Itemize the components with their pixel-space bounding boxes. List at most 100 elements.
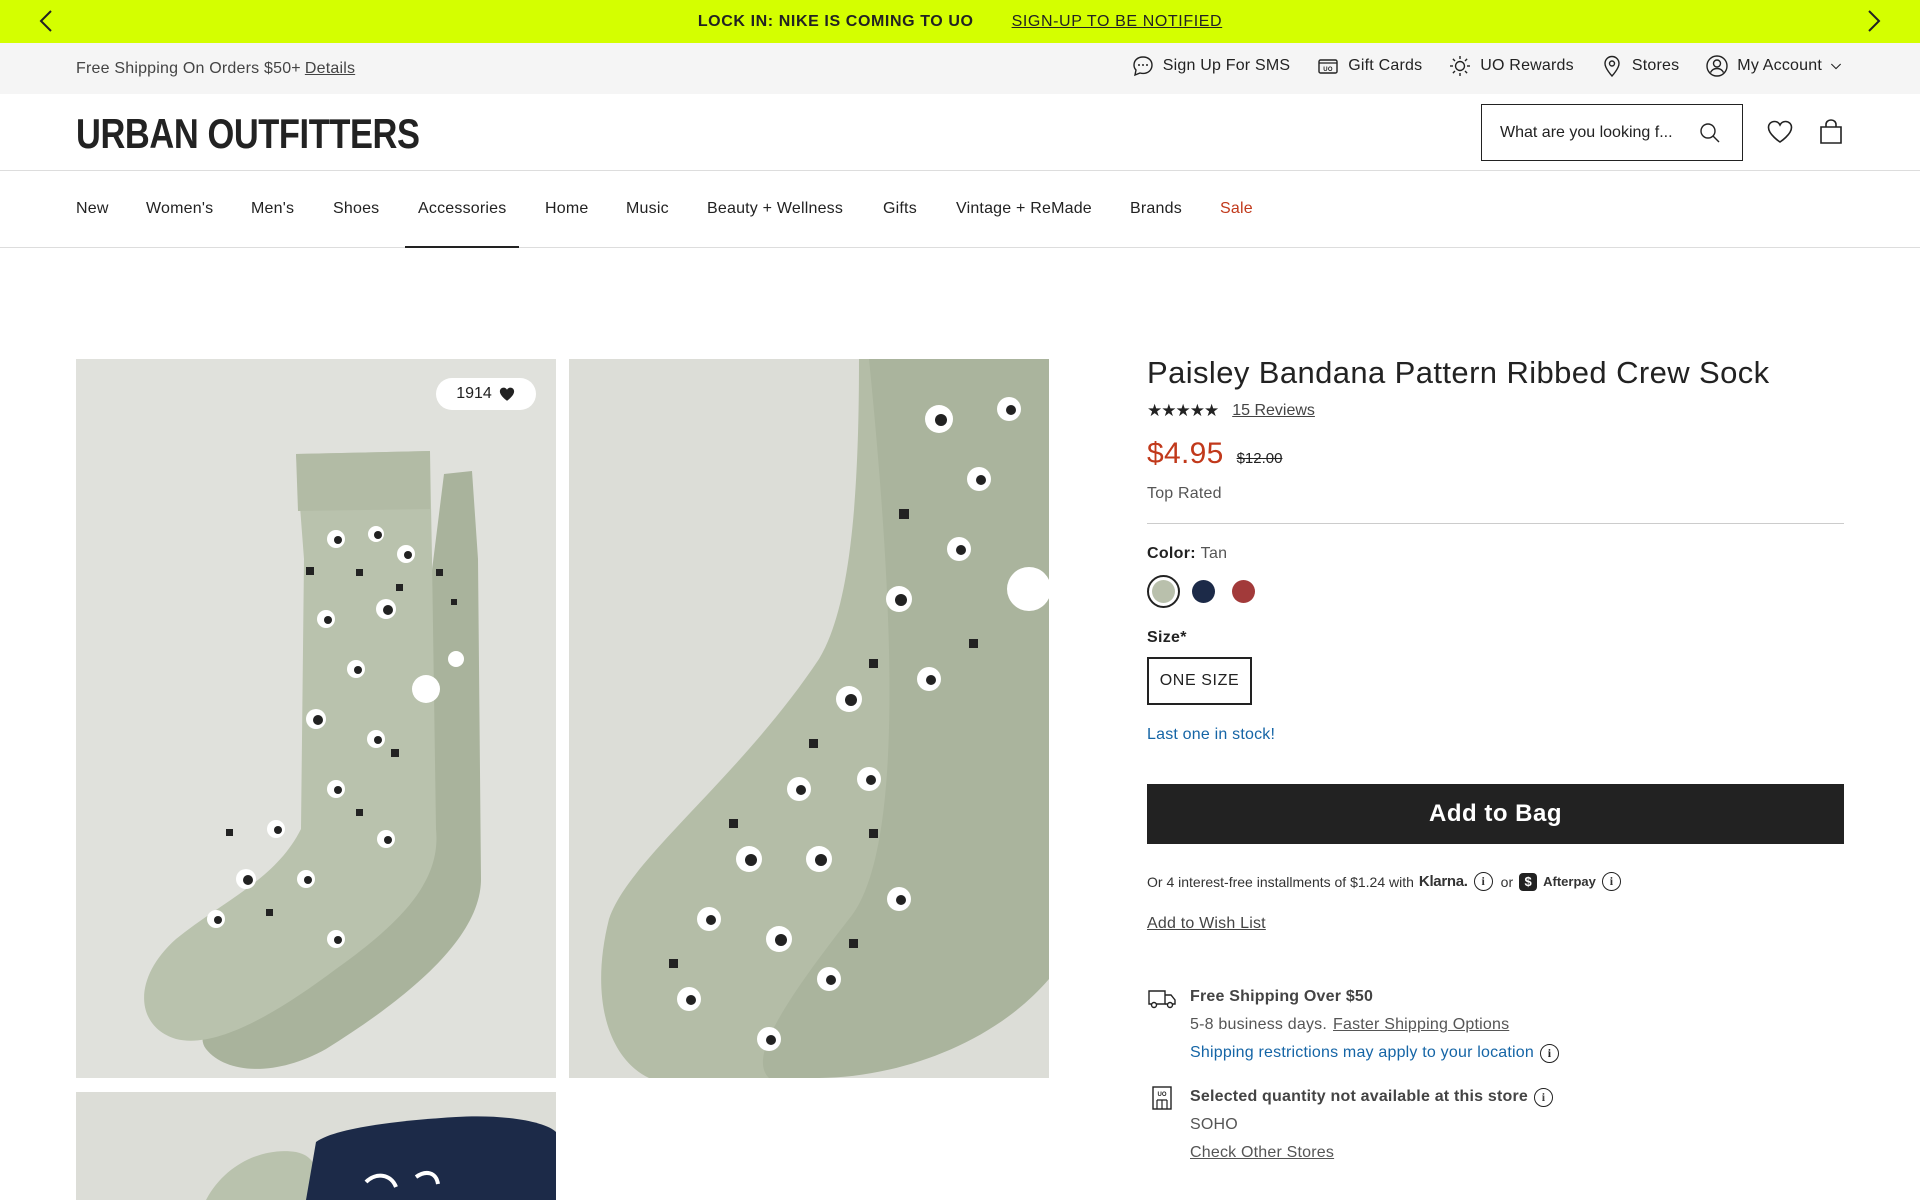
top-rated-badge: Top Rated [1147, 485, 1222, 502]
store-building-icon: UO [1152, 1086, 1172, 1110]
gift-cards-link[interactable]: UO Gift Cards [1316, 54, 1422, 78]
nav-beauty-wellness[interactable]: Beauty + Wellness [707, 171, 843, 247]
product-image-1[interactable]: 1914 [76, 359, 556, 1078]
afterpay-label: Afterpay [1543, 874, 1596, 889]
store-name: SOHO [1190, 1116, 1238, 1133]
product-image-3[interactable] [76, 1092, 556, 1200]
store-info-icon[interactable]: i [1533, 1087, 1553, 1107]
swatch-tan-fill [1152, 580, 1175, 603]
nav-womens[interactable]: Women's [146, 171, 213, 247]
chevron-down-icon [1830, 63, 1842, 70]
nav-mens[interactable]: Men's [251, 171, 294, 247]
swatch-tan[interactable] [1147, 575, 1180, 608]
star-rating-icon: ★★★★★ [1147, 401, 1219, 420]
or-text: or [1500, 873, 1514, 890]
color-label: Color: [1147, 545, 1196, 562]
search-input[interactable] [1500, 123, 1690, 142]
nav-brands[interactable]: Brands [1130, 171, 1182, 247]
heart-filled-icon [499, 387, 514, 401]
nav-shoes[interactable]: Shoes [333, 171, 379, 247]
nav-new[interactable]: New [76, 171, 109, 247]
utility-bar: Free Shipping On Orders $50+ Details Sign… [0, 43, 1920, 94]
nav-home[interactable]: Home [545, 171, 588, 247]
svg-text:UO: UO [1158, 1092, 1167, 1098]
shipping-details-link[interactable]: Details [305, 60, 355, 77]
size-label: Size* [1147, 629, 1187, 646]
size-selector: Size* ONE SIZE [1147, 629, 1844, 705]
afterpay-logo: $ Afterpay [1519, 872, 1596, 891]
check-stores-row: Check Other Stores [1190, 1139, 1553, 1167]
gift-cards-label: Gift Cards [1348, 57, 1423, 74]
store-availability: Selected quantity not available at this … [1190, 1088, 1528, 1105]
utility-links: Sign Up For SMS UO Gift Cards UO Rewards… [1105, 54, 1844, 78]
shipping-info: Free Shipping Over $50 5-8 business days… [1147, 983, 1844, 1067]
nav-gifts[interactable]: Gifts [883, 171, 917, 247]
chat-bubble-icon [1133, 56, 1153, 77]
my-account-label: My Account [1737, 57, 1822, 74]
stock-status: Last one in stock! [1147, 726, 1276, 743]
search-box [1481, 104, 1743, 161]
promo-signup-link[interactable]: SIGN-UP TO BE NOTIFIED [1012, 13, 1223, 31]
uo-rewards-label: UO Rewards [1480, 57, 1574, 74]
nav-vintage-remade[interactable]: Vintage + ReMade [956, 171, 1092, 247]
chevron-left-icon[interactable] [34, 8, 60, 34]
shipping-lines: Free Shipping Over $50 5-8 business days… [1190, 983, 1559, 1067]
store-lines: Selected quantity not available at this … [1190, 1083, 1553, 1167]
stores-link[interactable]: Stores [1600, 54, 1679, 78]
stores-label: Stores [1631, 57, 1680, 74]
shipping-title: Free Shipping Over $50 [1190, 988, 1374, 1005]
shipping-days: 5-8 business days. [1190, 1016, 1328, 1033]
product-image-2[interactable] [569, 359, 1049, 1078]
store-info: UO Selected quantity not available at th… [1147, 1083, 1844, 1167]
shipping-note: Free Shipping On Orders $50+ Details [76, 60, 355, 78]
add-to-bag-button[interactable]: Add to Bag [1147, 784, 1844, 844]
store-title-row: Selected quantity not available at this … [1190, 1083, 1553, 1111]
shipping-info-icon[interactable]: i [1540, 1043, 1559, 1063]
location-pin-icon [1604, 55, 1620, 78]
shopping-bag-icon[interactable] [1816, 117, 1846, 147]
likes-count: 1914 [456, 385, 492, 402]
shipping-note-text: Free Shipping On Orders $50+ [76, 60, 301, 77]
faster-shipping-link[interactable]: Faster Shipping Options [1333, 1011, 1509, 1039]
shipping-restrictions: Shipping restrictions may apply to your … [1190, 1044, 1534, 1061]
likes-counter[interactable]: 1914 [436, 378, 536, 410]
nav-accessories[interactable]: Accessories [404, 171, 520, 248]
nav-music[interactable]: Music [626, 171, 669, 247]
delivery-truck-icon [1148, 990, 1176, 1009]
svg-text:UO: UO [1324, 67, 1334, 73]
sale-price: $4.95 [1147, 437, 1224, 470]
gift-card-icon: UO [1318, 59, 1338, 74]
add-to-wishlist-link[interactable]: Add to Wish List [1147, 915, 1266, 933]
heart-wishlist-icon[interactable] [1765, 117, 1795, 147]
my-account-menu[interactable]: My Account [1705, 54, 1844, 78]
reviews-link[interactable]: 15 Reviews [1232, 402, 1315, 420]
chevron-right-icon[interactable] [1860, 8, 1886, 34]
sock-closeup-image [569, 359, 1049, 1078]
installments-row: Or 4 interest-free installments of $1.24… [1147, 872, 1844, 891]
user-icon [1706, 55, 1728, 77]
site-logo[interactable]: URBAN OUTFITTERS [76, 110, 420, 158]
swatch-red[interactable] [1227, 575, 1260, 608]
nav-sale[interactable]: Sale [1220, 171, 1253, 247]
sms-signup-link[interactable]: Sign Up For SMS [1131, 54, 1290, 78]
klarna-logo: Klarna. [1418, 873, 1468, 890]
size-one-size-button[interactable]: ONE SIZE [1147, 657, 1252, 705]
check-other-stores-link[interactable]: Check Other Stores [1190, 1144, 1334, 1161]
afterpay-info-icon[interactable]: i [1601, 872, 1621, 891]
sock-pair-image [76, 359, 556, 1078]
main-nav: New Women's Men's Shoes Accessories Home… [0, 171, 1920, 248]
product-info-panel: Paisley Bandana Pattern Ribbed Crew Sock… [1147, 355, 1844, 1167]
price-row: $4.95 $12.00 [1147, 437, 1844, 471]
sock-color-variants-image [76, 1092, 556, 1200]
search-icon[interactable] [1698, 121, 1722, 145]
uo-rewards-link[interactable]: UO Rewards [1448, 54, 1574, 78]
swatch-navy[interactable] [1187, 575, 1220, 608]
color-value: Tan [1200, 545, 1228, 562]
sms-signup-label: Sign Up For SMS [1162, 57, 1291, 74]
site-header: URBAN OUTFITTERS [0, 94, 1920, 171]
product-title: Paisley Bandana Pattern Ribbed Crew Sock [1147, 355, 1770, 390]
color-swatches [1147, 575, 1844, 608]
installments-text: Or 4 interest-free installments of $1.24… [1147, 873, 1414, 890]
rating-row: ★★★★★ 15 Reviews [1147, 401, 1844, 421]
klarna-info-icon[interactable]: i [1473, 872, 1493, 891]
